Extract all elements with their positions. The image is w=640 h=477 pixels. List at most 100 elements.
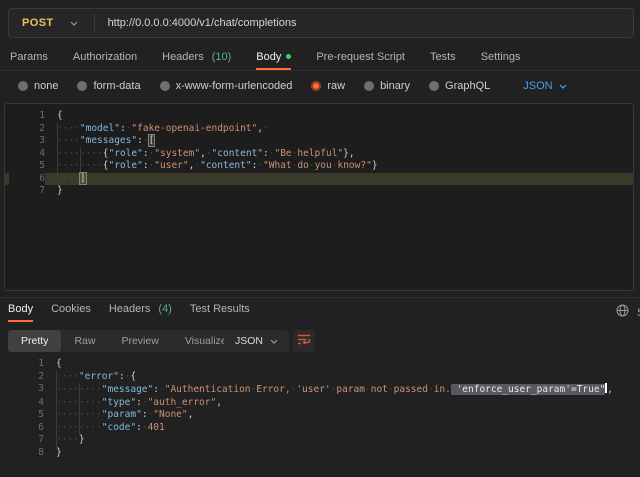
response-body-editor[interactable]: 1{2····"error":·{3········"message":·"Au…	[4, 358, 636, 470]
view-mode-preview[interactable]: Preview	[108, 330, 171, 352]
tab-params[interactable]: Params	[10, 51, 48, 69]
line-number: 1	[9, 110, 45, 123]
code-token: ,	[607, 384, 613, 395]
code-token: ,	[188, 409, 194, 420]
request-language-dropdown[interactable]: JSON	[523, 80, 566, 92]
request-body-editor[interactable]: 1{2····"model":·"fake-openai-endpoint",·…	[4, 103, 634, 291]
tab-label: Authorization	[73, 51, 137, 63]
code-token: "error"	[79, 371, 119, 382]
request-bar: POST http://0.0.0.0:4000/v1/chat/complet…	[8, 8, 634, 38]
tab-body[interactable]: Body	[256, 51, 291, 69]
line-number: 8	[8, 447, 44, 460]
code-token: "role"	[109, 160, 143, 171]
body-mode-none[interactable]: none	[18, 80, 58, 92]
response-header-right: S	[616, 304, 640, 322]
line-number: 6	[9, 173, 45, 186]
line-number: 5	[9, 160, 45, 173]
tab-label: Params	[10, 51, 48, 63]
code-token: not	[371, 384, 388, 395]
tab-count-badge: (10)	[212, 51, 232, 63]
body-mode-graphql[interactable]: GraphQL	[429, 80, 490, 92]
code-token: ,	[216, 397, 222, 408]
response-language-dropdown[interactable]: JSON	[224, 330, 289, 352]
request-language-label: JSON	[523, 80, 552, 92]
code-token: "Authentication	[165, 384, 251, 395]
code-token: }	[79, 434, 85, 445]
code-token: do	[297, 160, 308, 171]
response-tab-test-results[interactable]: Test Results	[190, 303, 250, 321]
mode-label: x-www-form-urlencoded	[176, 80, 293, 92]
indent-guide	[79, 422, 80, 435]
body-mode-raw[interactable]: raw	[311, 80, 345, 92]
code-line: 5········"param":·"None",	[4, 409, 636, 422]
tab-label: Tests	[430, 51, 456, 63]
word-wrap-icon	[297, 332, 311, 350]
url-input[interactable]: http://0.0.0.0:4000/v1/chat/completions	[95, 17, 297, 29]
code-token: ····	[57, 123, 80, 134]
tab-authorization[interactable]: Authorization	[73, 51, 137, 69]
indent-guide	[57, 160, 58, 173]
tab-pre-request-script[interactable]: Pre-request Script	[316, 51, 405, 69]
code-token: "messages"	[80, 135, 137, 146]
code-token: "None"	[153, 409, 187, 420]
globe-icon[interactable]	[616, 304, 629, 322]
tab-tests[interactable]: Tests	[430, 51, 456, 69]
radio-icon	[429, 81, 439, 91]
code-token: 401	[148, 422, 165, 433]
view-mode-raw[interactable]: Raw	[61, 330, 108, 352]
radio-icon	[311, 81, 321, 91]
line-content: ········"message":·"Authentication·Error…	[44, 383, 636, 397]
response-language-label: JSON	[235, 335, 263, 347]
line-number: 1	[8, 358, 44, 371]
chevron-down-icon[interactable]	[70, 21, 78, 26]
code-token: {	[130, 371, 136, 382]
code-token: ····	[57, 135, 80, 146]
code-token: "content"	[200, 160, 251, 171]
code-token: passed	[394, 384, 428, 395]
mode-label: raw	[327, 80, 345, 92]
code-token: "param"	[102, 409, 142, 420]
code-token: 'user'	[296, 384, 330, 395]
response-tab-body[interactable]: Body	[8, 303, 33, 321]
code-line: 6········"code":·401	[4, 422, 636, 435]
code-token: "fake-openai-endpoint"	[131, 123, 257, 134]
tab-headers[interactable]: Headers(10)	[162, 51, 231, 69]
radio-icon	[18, 81, 28, 91]
view-mode-pretty[interactable]: Pretty	[8, 330, 61, 352]
tab-settings[interactable]: Settings	[481, 51, 521, 69]
wrap-lines-button[interactable]	[293, 330, 315, 352]
code-token: }	[57, 185, 63, 196]
code-line: 4········{"role":·"system",·"content":·"…	[5, 148, 633, 161]
line-number: 3	[9, 135, 45, 148]
active-tab-underline	[8, 320, 33, 322]
divider	[0, 297, 640, 298]
code-token: ····	[56, 371, 79, 382]
indent-guide	[57, 135, 58, 148]
response-tab-headers[interactable]: Headers(4)	[109, 303, 172, 321]
selected-text: 'enforce_user_param'=True"	[451, 384, 605, 395]
mode-label: form-data	[93, 80, 140, 92]
line-number: 7	[9, 185, 45, 198]
indent-guide	[57, 173, 58, 186]
indent-guide	[79, 383, 80, 397]
method-selector[interactable]: POST	[9, 17, 70, 29]
line-content: ········"type":·"auth_error",	[44, 397, 636, 410]
body-mode-form-data[interactable]: form-data	[77, 80, 140, 92]
body-mode-binary[interactable]: binary	[364, 80, 410, 92]
line-content: {	[44, 358, 636, 371]
chevron-down-icon	[559, 84, 567, 89]
response-tab-cookies[interactable]: Cookies	[51, 303, 91, 321]
code-line: 1{	[4, 358, 636, 371]
code-line: 6····]	[5, 173, 633, 186]
code-line: 1{	[5, 110, 633, 123]
indent-guide	[80, 148, 81, 161]
code-token: "model"	[80, 123, 120, 134]
line-content: ····"error":·{	[44, 371, 636, 384]
line-content: ········"param":·"None",	[44, 409, 636, 422]
code-token: "code"	[102, 422, 136, 433]
line-content: ········{"role":·"user",·"content":·"Wha…	[45, 160, 633, 173]
code-token: param	[336, 384, 365, 395]
code-token: [	[149, 135, 155, 146]
tab-count-badge: (4)	[158, 303, 171, 315]
body-mode-x-www-form-urlencoded[interactable]: x-www-form-urlencoded	[160, 80, 293, 92]
